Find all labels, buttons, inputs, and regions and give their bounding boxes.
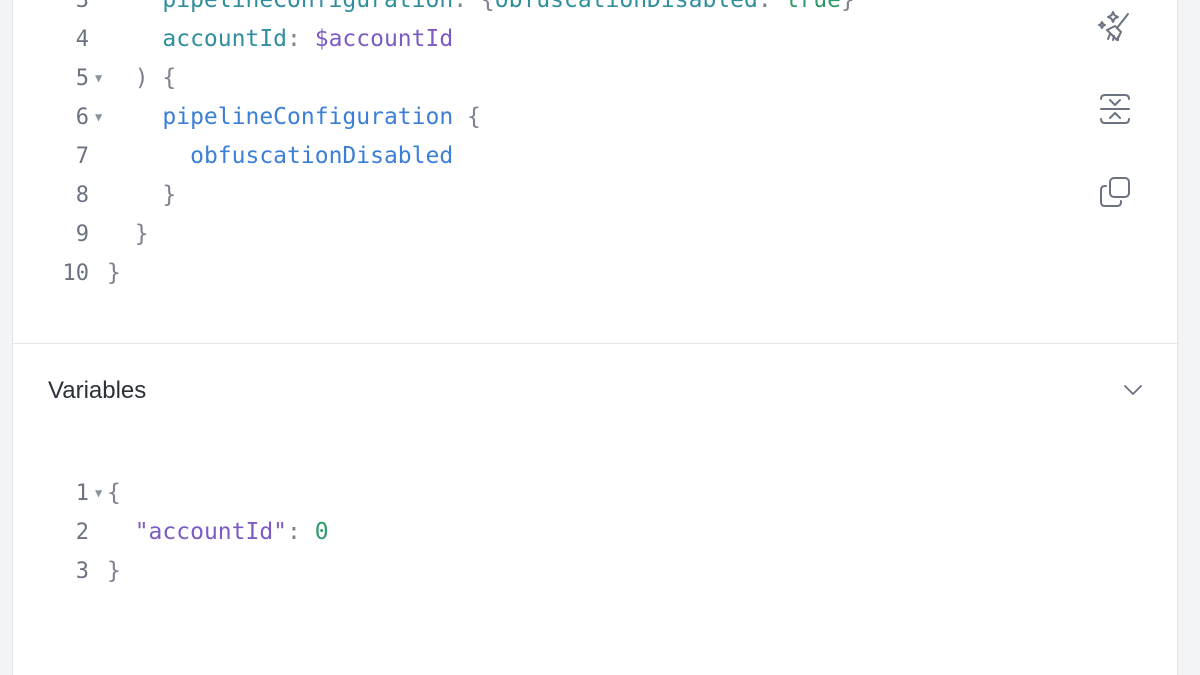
line-number: 1 — [75, 481, 89, 506]
copy-icon — [1100, 177, 1130, 207]
code-token: : { — [453, 0, 495, 13]
merge-fragments-button[interactable] — [1095, 89, 1135, 129]
code-text[interactable]: } — [107, 215, 149, 254]
variables-editor[interactable]: 1 ▼{2 "accountId": 0 3} — [13, 470, 1179, 675]
code-token: pipelineConfiguration — [162, 104, 454, 130]
code-text[interactable]: "accountId": 0 — [107, 513, 329, 552]
code-text[interactable]: pipelineConfiguration { — [107, 98, 481, 137]
magic-wand-icon — [1098, 11, 1129, 41]
chevron-down-icon — [1124, 385, 1142, 395]
code-text[interactable]: } — [107, 254, 121, 293]
code-text[interactable]: accountId: $accountId — [107, 20, 453, 59]
code-token: $accountId — [314, 26, 454, 52]
code-token: true — [785, 0, 841, 13]
prettify-button[interactable] — [1095, 6, 1135, 46]
variables-header[interactable]: Variables — [13, 344, 1179, 436]
line-number: 7 — [75, 144, 89, 169]
code-token: } — [134, 221, 149, 247]
line-number: 4 — [75, 27, 89, 52]
code-text[interactable]: } — [107, 176, 176, 215]
code-token: accountId — [162, 26, 288, 52]
code-text[interactable]: pipelineConfiguration: {obfuscationDisab… — [107, 0, 855, 20]
query-line[interactable]: 3 pipelineConfiguration: {obfuscationDis… — [13, 0, 1053, 20]
line-number: 3 — [75, 0, 89, 13]
code-token: } — [107, 260, 121, 286]
query-line[interactable]: 9 } — [13, 215, 1053, 254]
query-editor[interactable]: 3 pipelineConfiguration: {obfuscationDis… — [13, 0, 1179, 344]
code-token: obfuscationDisabled — [190, 143, 454, 169]
line-number: 8 — [75, 183, 89, 208]
query-line[interactable]: 8 } — [13, 176, 1053, 215]
line-number: 5 — [75, 66, 89, 91]
code-text[interactable]: { — [107, 474, 121, 513]
code-token: ) { — [134, 65, 177, 91]
copy-query-button[interactable] — [1095, 172, 1135, 212]
code-token: } — [107, 558, 121, 584]
code-token: } — [162, 182, 177, 208]
query-line[interactable]: 4 accountId: $accountId — [13, 20, 1053, 59]
code-token: : — [287, 26, 315, 52]
query-line[interactable]: 5 ▼ ) { — [13, 59, 1053, 98]
line-number: 3 — [75, 559, 89, 584]
code-token: { — [453, 104, 481, 130]
variables-tab-title[interactable]: Variables — [48, 377, 146, 405]
code-token: : — [757, 0, 786, 13]
code-token: 0 — [314, 519, 329, 545]
code-text[interactable]: } — [107, 552, 121, 591]
variables-line[interactable]: 2 "accountId": 0 — [13, 513, 1053, 552]
variables-line[interactable]: 3} — [13, 552, 1053, 591]
query-line[interactable]: 6 ▼ pipelineConfiguration { — [13, 98, 1053, 137]
code-token: : — [287, 519, 315, 545]
code-token: "accountId" — [134, 519, 288, 545]
fold-arrow-icon[interactable]: ▼ — [95, 59, 102, 98]
code-token: obfuscationDisabled — [494, 0, 758, 13]
line-number: 9 — [75, 222, 89, 247]
variables-line[interactable]: 1 ▼{ — [13, 474, 1053, 513]
graphiql-panel: 3 pipelineConfiguration: {obfuscationDis… — [12, 0, 1179, 675]
code-text[interactable]: obfuscationDisabled — [107, 137, 453, 176]
query-line[interactable]: 7 obfuscationDisabled — [13, 137, 1053, 176]
line-number: 6 — [75, 105, 89, 130]
code-token: { — [107, 480, 121, 506]
fold-arrow-icon[interactable]: ▼ — [95, 474, 102, 513]
fold-arrow-icon[interactable]: ▼ — [95, 98, 102, 137]
code-text[interactable]: ) { — [107, 59, 177, 98]
code-token: pipelineConfiguration — [162, 0, 454, 13]
line-number: 2 — [75, 520, 89, 545]
line-number: 10 — [62, 261, 90, 286]
variables-toggle-button[interactable] — [1117, 374, 1149, 406]
code-token: } — [840, 0, 855, 13]
query-line[interactable]: 10} — [13, 254, 1053, 293]
merge-fragments-icon — [1100, 94, 1130, 124]
